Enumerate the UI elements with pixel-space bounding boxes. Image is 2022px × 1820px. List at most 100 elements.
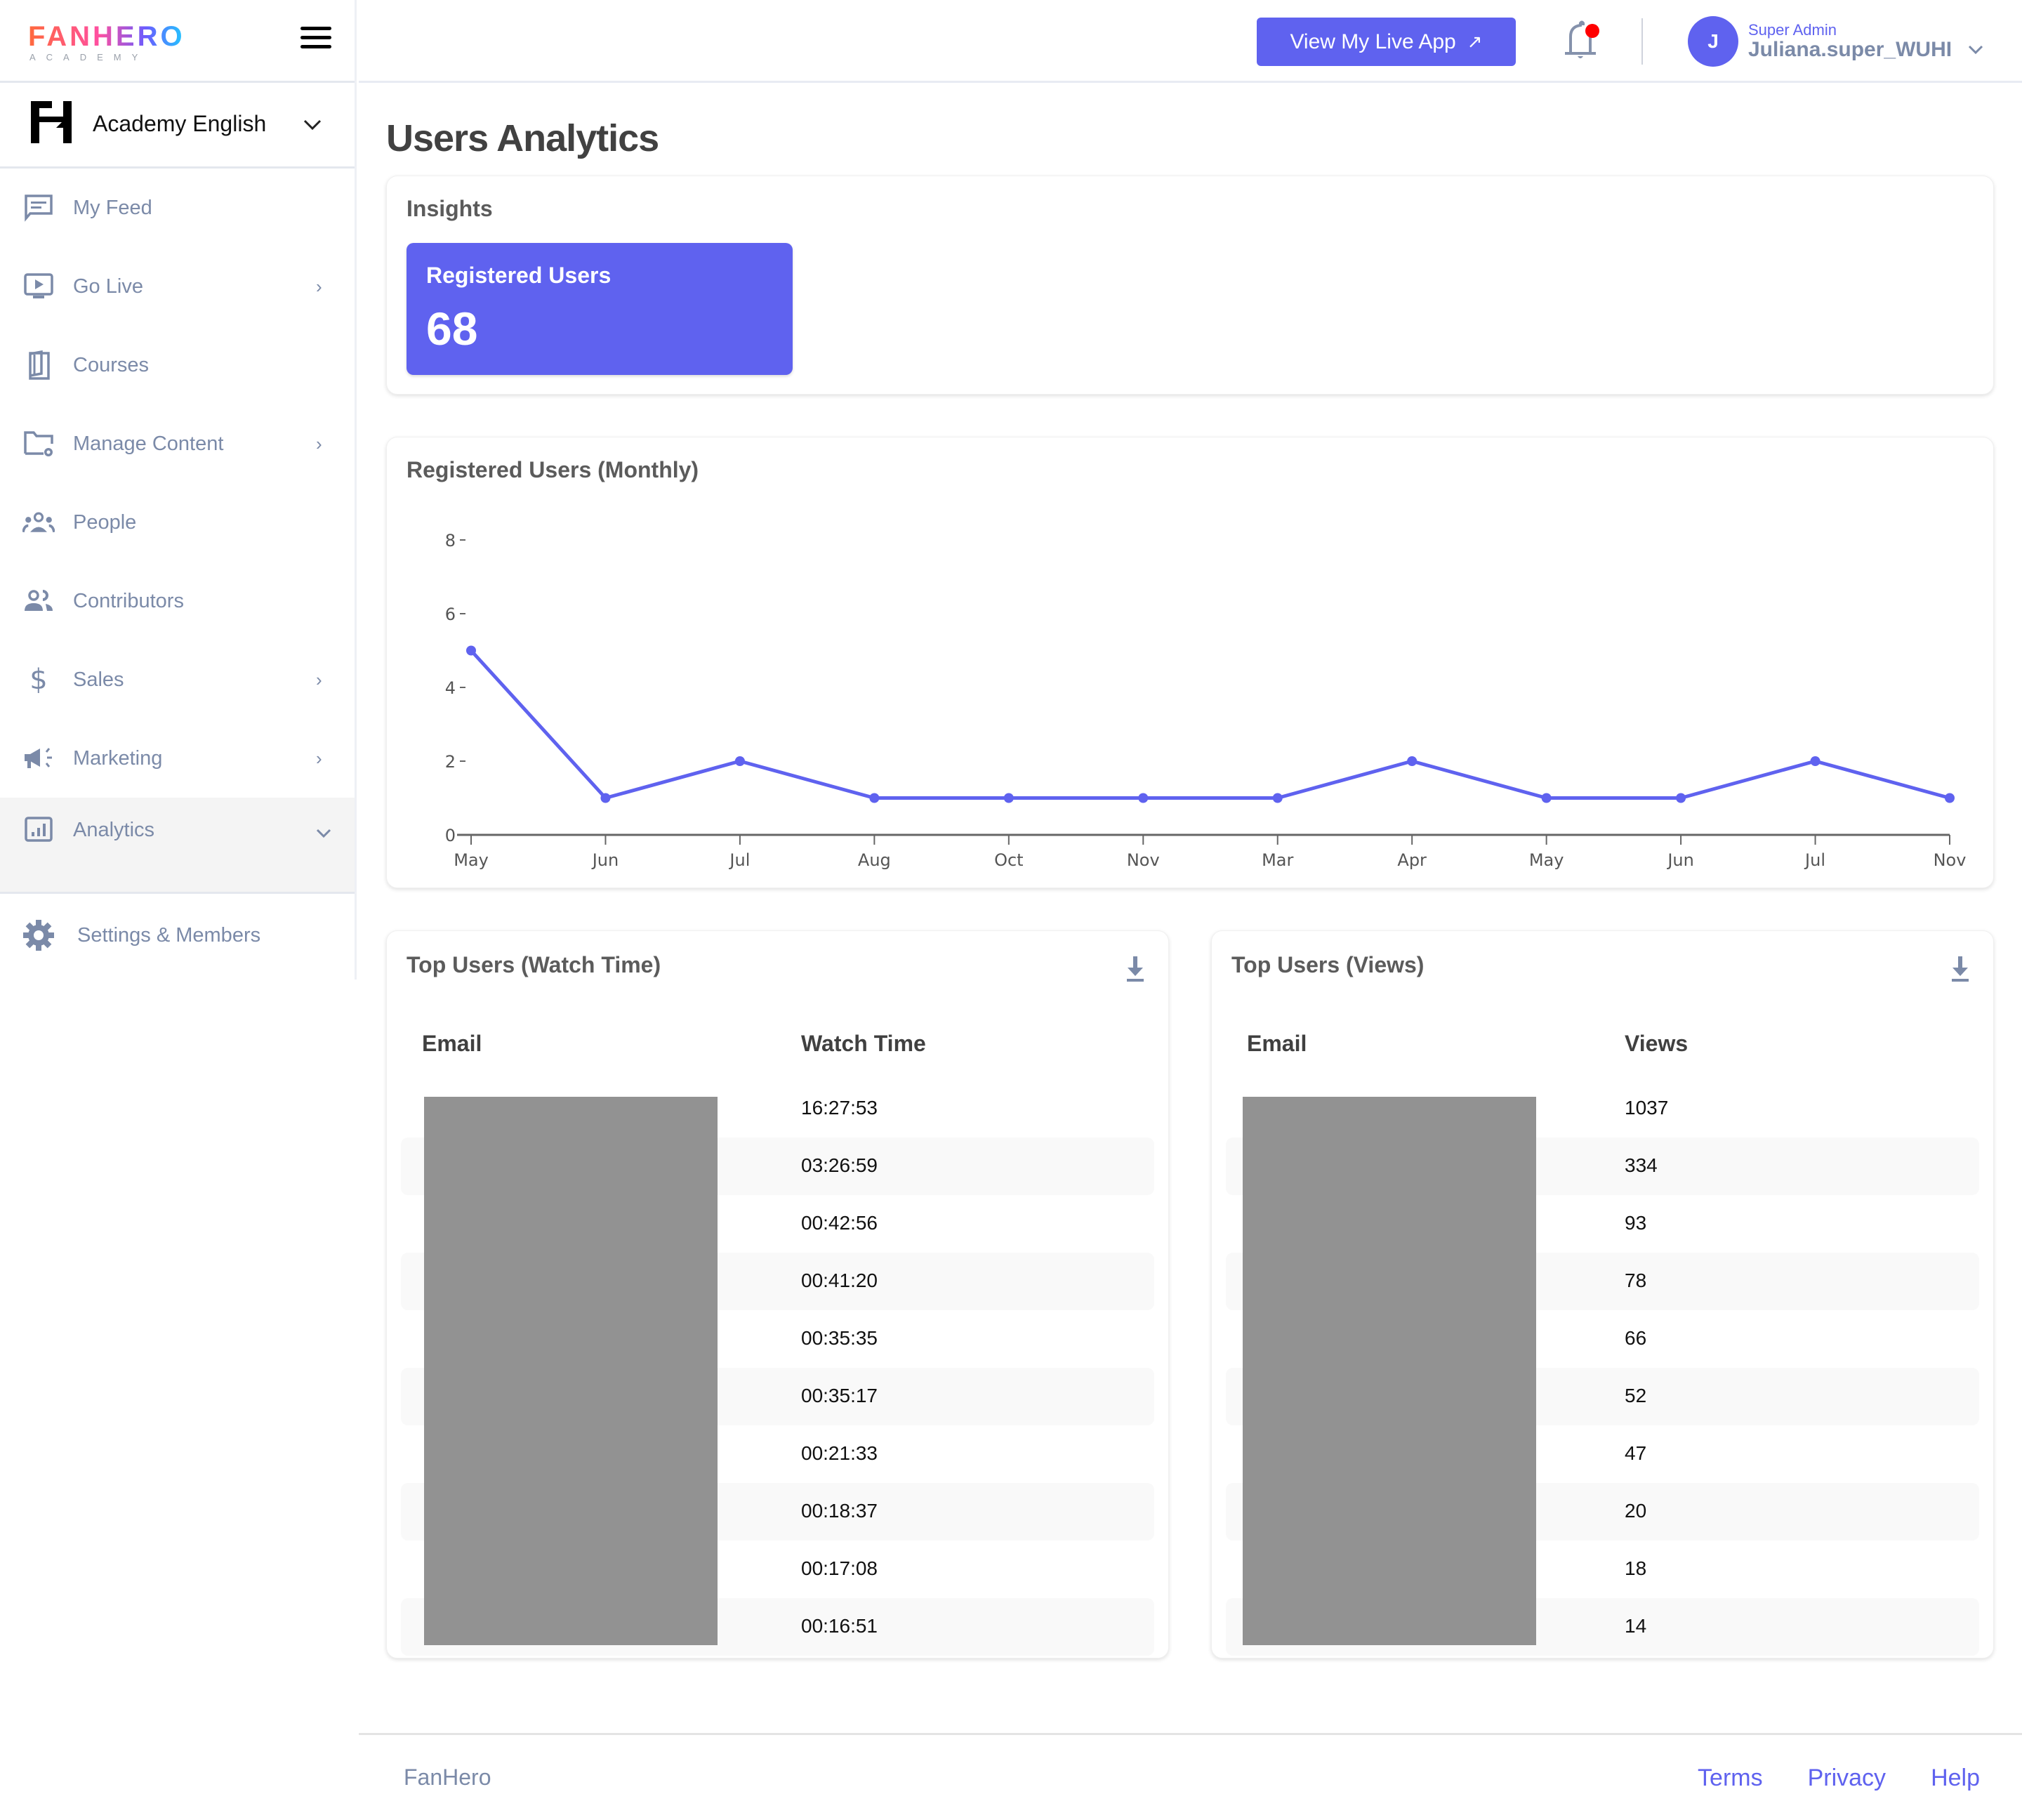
top-users-views-card: Top Users (Views) Email Views 1037 334 93 7… — [1211, 930, 1994, 1659]
org-logo-icon — [31, 101, 72, 143]
logo-row: FANHERO ACADEMY — [0, 0, 355, 83]
x-tick-label: Nov — [1127, 850, 1160, 870]
row-value: 03:26:59 — [801, 1154, 878, 1176]
download-icon[interactable] — [1948, 955, 1972, 983]
sidebar-item-label: Marketing — [73, 746, 163, 770]
x-tick-label: May — [1529, 850, 1564, 870]
view-live-app-button[interactable]: View My Live App ↗ — [1257, 18, 1516, 66]
sidebar-item-label: Sales — [73, 668, 124, 691]
sidebar-item-marketing[interactable]: Marketing › — [0, 719, 355, 798]
chevron-down-icon[interactable] — [303, 112, 322, 136]
data-point — [466, 645, 476, 656]
sidebar-item-label: Go Live — [73, 275, 143, 298]
chevron-right-icon: › — [316, 433, 322, 454]
sidebar-item-label: Settings & Members — [77, 923, 261, 947]
data-point — [1945, 793, 1955, 803]
download-icon[interactable] — [1123, 955, 1147, 983]
dollar-icon: $ — [29, 664, 48, 696]
top-users-watch-time-card: Top Users (Watch Time) Email Watch Time … — [386, 930, 1169, 1659]
analytics-icon — [22, 813, 55, 845]
feed-icon — [22, 192, 55, 224]
sidebar-item-label: Analytics — [73, 819, 155, 841]
data-point — [1272, 793, 1283, 803]
sidebar: FANHERO ACADEMY Academy English My Feed … — [0, 0, 357, 980]
sidebar-item-contributors[interactable]: Contributors — [0, 562, 355, 640]
x-tick-label: Nov — [1934, 850, 1967, 870]
y-tick-label: 2 — [445, 752, 456, 772]
top-header: View My Live App ↗ J Super Admin Juliana… — [359, 0, 2022, 83]
row-value: 78 — [1625, 1270, 1647, 1291]
terms-link[interactable]: Terms — [1698, 1765, 1763, 1792]
x-tick-label: May — [454, 850, 489, 870]
chevron-right-icon: › — [316, 275, 322, 297]
people-icon — [22, 506, 55, 539]
user-name[interactable]: Juliana.super_WUHI — [1748, 38, 1952, 62]
external-link-icon: ↗ — [1467, 31, 1483, 53]
hamburger-menu-icon[interactable] — [300, 27, 331, 49]
footer-links: Terms Privacy Help — [1698, 1765, 1980, 1792]
sidebar-item-settings-members[interactable]: Settings & Members — [0, 894, 355, 977]
column-header-email[interactable]: Email — [1247, 1031, 1307, 1057]
row-value: 47 — [1625, 1442, 1647, 1464]
sidebar-item-go-live[interactable]: Go Live › — [0, 247, 355, 326]
data-point — [1810, 756, 1821, 766]
user-menu-chevron-icon[interactable] — [1968, 41, 1983, 59]
book-icon — [22, 349, 55, 381]
chevron-right-icon: › — [316, 747, 322, 769]
data-point — [734, 756, 745, 766]
column-header-watch-time[interactable]: Watch Time — [801, 1031, 926, 1057]
sidebar-item-manage-content[interactable]: Manage Content › — [0, 404, 355, 483]
insights-title: Insights — [407, 196, 493, 221]
chevron-right-icon: › — [316, 668, 322, 690]
row-value: 00:35:35 — [801, 1327, 878, 1349]
row-value: 00:21:33 — [801, 1442, 878, 1464]
data-point — [1003, 793, 1014, 803]
data-point — [600, 793, 611, 803]
folder-gear-icon — [22, 428, 55, 460]
sidebar-item-my-feed[interactable]: My Feed — [0, 169, 355, 247]
sidebar-item-sales[interactable]: $ Sales › — [0, 640, 355, 719]
user-role: Super Admin — [1748, 21, 1837, 39]
data-point — [1138, 793, 1149, 803]
registered-users-chart-card: Registered Users (Monthly) 0 2 4 6 8 May Jun Ju… — [386, 437, 1994, 888]
row-value: 93 — [1625, 1212, 1647, 1234]
column-header-views[interactable]: Views — [1625, 1031, 1688, 1057]
logo-subtitle: ACADEMY — [29, 52, 149, 62]
avatar[interactable]: J — [1688, 16, 1738, 67]
x-tick-label: Aug — [858, 850, 891, 870]
x-tick-label: Apr — [1397, 850, 1427, 870]
row-value: 00:41:20 — [801, 1270, 878, 1291]
footer: FanHero Terms Privacy Help — [359, 1733, 2022, 1820]
column-header-email[interactable]: Email — [422, 1031, 482, 1057]
x-tick-label: Jun — [591, 850, 619, 870]
row-value: 00:35:17 — [801, 1385, 878, 1406]
sidebar-item-courses[interactable]: Courses — [0, 326, 355, 404]
sidebar-item-label: People — [73, 510, 137, 534]
megaphone-icon — [22, 742, 55, 774]
row-value: 14 — [1625, 1615, 1647, 1637]
privacy-link[interactable]: Privacy — [1808, 1765, 1886, 1792]
sidebar-item-analytics[interactable]: Analytics — [0, 798, 355, 892]
row-value: 00:16:51 — [801, 1615, 878, 1637]
contributors-icon — [22, 585, 55, 617]
row-value: 1037 — [1625, 1097, 1669, 1119]
sidebar-nav: My Feed Go Live › Courses Manage Content… — [0, 169, 355, 892]
live-tv-icon — [22, 270, 55, 303]
stat-value: 68 — [426, 303, 478, 355]
org-switcher[interactable]: Academy English — [0, 83, 355, 169]
sidebar-item-people[interactable]: People — [0, 483, 355, 562]
row-value: 00:17:08 — [801, 1557, 878, 1579]
table-title: Top Users (Views) — [1231, 952, 1425, 977]
x-tick-label: Jul — [1804, 850, 1825, 870]
fanhero-logo[interactable]: FANHERO ACADEMY — [28, 21, 185, 63]
data-point — [1407, 756, 1418, 766]
sidebar-item-label: Courses — [73, 353, 149, 376]
sidebar-item-label: My Feed — [73, 196, 152, 219]
org-name: Academy English — [93, 111, 267, 136]
logo-word: FANHERO — [28, 21, 185, 52]
y-tick-label: 0 — [445, 826, 456, 845]
row-value: 334 — [1625, 1154, 1658, 1176]
view-live-app-label: View My Live App — [1290, 29, 1456, 53]
help-link[interactable]: Help — [1931, 1765, 1980, 1792]
row-value: 66 — [1625, 1327, 1647, 1349]
